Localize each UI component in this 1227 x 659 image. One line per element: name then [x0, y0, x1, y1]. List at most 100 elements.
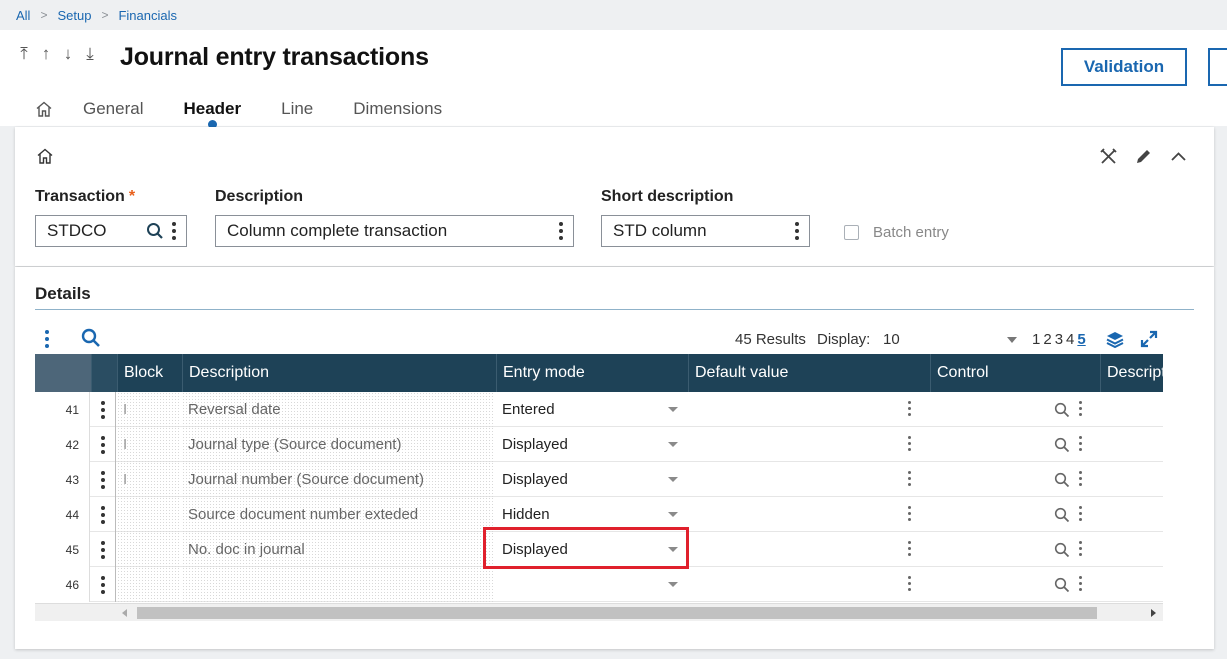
table-row[interactable]: 43 I Journal number (Source document) Di…: [35, 462, 1163, 497]
transaction-field[interactable]: STDCO: [35, 215, 187, 247]
layers-icon[interactable]: [1105, 330, 1125, 350]
first-record-icon[interactable]: ⤒: [17, 44, 31, 64]
search-icon[interactable]: [1054, 577, 1070, 593]
more-icon[interactable]: [907, 471, 911, 486]
more-icon[interactable]: [907, 436, 911, 451]
home-icon[interactable]: [36, 147, 54, 165]
search-icon[interactable]: [1054, 472, 1070, 488]
chevron-down-icon[interactable]: [1007, 337, 1017, 343]
search-icon[interactable]: [1054, 507, 1070, 523]
control-cell[interactable]: [930, 567, 1100, 602]
control-cell[interactable]: [930, 497, 1100, 532]
more-icon[interactable]: [101, 540, 105, 559]
entry-mode-cell[interactable]: Displayed: [496, 462, 687, 497]
tab-dimensions[interactable]: Dimensions: [353, 99, 442, 119]
default-value-cell[interactable]: [688, 497, 929, 532]
tools-icon[interactable]: [1099, 147, 1118, 166]
search-icon[interactable]: [81, 328, 101, 348]
search-icon[interactable]: [1054, 437, 1070, 453]
chevron-down-icon[interactable]: [668, 582, 678, 587]
more-icon[interactable]: [101, 575, 105, 594]
scrollbar-thumb[interactable]: [137, 607, 1097, 619]
edit-icon[interactable]: [1134, 147, 1153, 166]
more-icon[interactable]: [101, 470, 105, 489]
search-icon[interactable]: [1054, 402, 1070, 418]
default-value-cell[interactable]: [688, 532, 929, 567]
next-record-icon[interactable]: ↓: [61, 44, 75, 64]
breadcrumb-setup[interactable]: Setup: [57, 8, 91, 23]
default-value-cell[interactable]: [688, 462, 929, 497]
control-cell[interactable]: [930, 427, 1100, 462]
search-icon[interactable]: [1054, 542, 1070, 558]
row-menu[interactable]: [91, 497, 116, 532]
default-value-cell[interactable]: [688, 567, 929, 602]
breadcrumb-all[interactable]: All: [16, 8, 30, 23]
grid-menu-icon[interactable]: [45, 330, 49, 348]
row-menu[interactable]: [91, 427, 116, 462]
control-cell[interactable]: [930, 392, 1100, 427]
description-menu-icon[interactable]: [559, 222, 563, 240]
default-value-cell[interactable]: [688, 392, 929, 427]
entry-mode-cell[interactable]: Displayed: [496, 532, 687, 567]
row-menu[interactable]: [91, 392, 116, 427]
scroll-right-icon[interactable]: [1151, 609, 1156, 617]
more-icon[interactable]: [907, 576, 911, 591]
column-header-control[interactable]: Control: [930, 354, 1100, 392]
chevron-down-icon[interactable]: [668, 512, 678, 517]
last-record-icon[interactable]: ⤓: [83, 44, 97, 64]
more-icon[interactable]: [1078, 576, 1082, 591]
page-3[interactable]: 3: [1055, 331, 1063, 348]
display-select[interactable]: 10: [883, 331, 900, 348]
entry-mode-cell[interactable]: Displayed: [496, 427, 687, 462]
row-menu[interactable]: [91, 567, 116, 602]
short-description-field[interactable]: STD column: [601, 215, 810, 247]
entry-mode-cell[interactable]: Entered: [496, 392, 687, 427]
transaction-menu-icon[interactable]: [172, 222, 176, 240]
column-header-default-value[interactable]: Default value: [688, 354, 930, 392]
more-icon[interactable]: [1078, 506, 1082, 521]
more-icon[interactable]: [1078, 401, 1082, 416]
row-menu[interactable]: [91, 462, 116, 497]
horizontal-scrollbar[interactable]: [35, 603, 1163, 621]
table-row[interactable]: 45 No. doc in journal Displayed: [35, 532, 1163, 567]
description-field[interactable]: Column complete transaction: [215, 215, 574, 247]
page-4[interactable]: 4: [1066, 331, 1074, 348]
previous-record-icon[interactable]: ↑: [39, 44, 53, 64]
more-icon[interactable]: [1078, 541, 1082, 556]
page-5[interactable]: 5: [1077, 331, 1085, 348]
batch-entry-checkbox[interactable]: [844, 225, 859, 240]
table-row[interactable]: 42 I Journal type (Source document) Disp…: [35, 427, 1163, 462]
column-header-description[interactable]: Description: [182, 354, 496, 392]
more-icon[interactable]: [907, 541, 911, 556]
chevron-down-icon[interactable]: [668, 547, 678, 552]
more-icon[interactable]: [101, 435, 105, 454]
collapse-icon[interactable]: [1169, 147, 1188, 166]
tab-general[interactable]: General: [83, 99, 143, 119]
entry-mode-cell[interactable]: [496, 567, 687, 602]
short-description-menu-icon[interactable]: [795, 222, 799, 240]
more-icon[interactable]: [907, 506, 911, 521]
breadcrumb-financials[interactable]: Financials: [118, 8, 177, 23]
home-icon[interactable]: [35, 100, 53, 118]
scroll-left-icon[interactable]: [122, 609, 127, 617]
more-actions-button[interactable]: [1208, 48, 1227, 86]
column-header-entry-mode[interactable]: Entry mode: [496, 354, 688, 392]
tab-line[interactable]: Line: [281, 99, 313, 119]
chevron-down-icon[interactable]: [668, 442, 678, 447]
tab-header[interactable]: Header: [183, 99, 241, 129]
more-icon[interactable]: [1078, 471, 1082, 486]
expand-icon[interactable]: [1139, 329, 1159, 349]
more-icon[interactable]: [907, 401, 911, 416]
control-cell[interactable]: [930, 532, 1100, 567]
more-icon[interactable]: [101, 400, 105, 419]
column-header-block[interactable]: Block: [117, 354, 182, 392]
table-row[interactable]: 44 Source document number exteded Hidden: [35, 497, 1163, 532]
chevron-down-icon[interactable]: [668, 407, 678, 412]
more-icon[interactable]: [1078, 436, 1082, 451]
page-1[interactable]: 1: [1032, 331, 1040, 348]
table-row[interactable]: 46: [35, 567, 1163, 602]
default-value-cell[interactable]: [688, 427, 929, 462]
validation-button[interactable]: Validation: [1061, 48, 1187, 86]
entry-mode-cell[interactable]: Hidden: [496, 497, 687, 532]
more-icon[interactable]: [101, 505, 105, 524]
